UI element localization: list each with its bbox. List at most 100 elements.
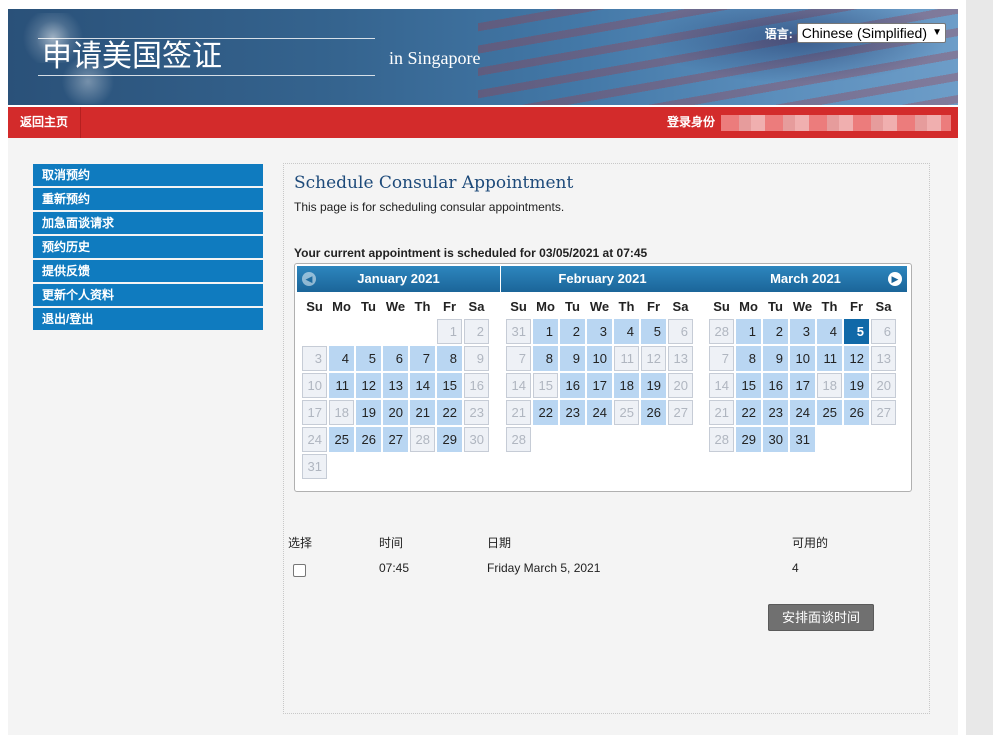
weekday-label: Fr <box>443 299 456 314</box>
calendar-day: 21 <box>506 400 531 425</box>
calendar-day-grid: 28 1 2 3 4 5 6 7 8 9 10 11 12 13 14 15 16 17 18 19 20 21 22 23 2… <box>704 318 907 453</box>
calendar-day[interactable]: 21 <box>410 400 435 425</box>
calendar-day[interactable]: 5 <box>641 319 666 344</box>
calendar-day[interactable]: 10 <box>587 346 612 371</box>
calendar-day: 28 <box>410 427 435 452</box>
calendar-day[interactable]: 19 <box>844 373 869 398</box>
calendar-day[interactable]: 16 <box>560 373 585 398</box>
calendar-day[interactable]: 2 <box>763 319 788 344</box>
calendar-day[interactable]: 17 <box>587 373 612 398</box>
calendar-day-outside: 31 <box>506 319 531 344</box>
calendar-day[interactable]: 22 <box>736 400 761 425</box>
calendar-day: 25 <box>614 400 639 425</box>
calendar-day[interactable]: 11 <box>329 373 354 398</box>
calendar-day: 28 <box>709 427 734 452</box>
calendar-day[interactable]: 11 <box>817 346 842 371</box>
calendar-day[interactable]: 17 <box>790 373 815 398</box>
calendar-month-header: February 2021 <box>501 266 704 292</box>
calendar-day[interactable]: 18 <box>614 373 639 398</box>
calendar-day[interactable]: 12 <box>356 373 381 398</box>
calendar-day[interactable]: 9 <box>560 346 585 371</box>
calendar-day[interactable]: 16 <box>763 373 788 398</box>
calendar-day: 17 <box>302 400 327 425</box>
calendar-month-header: March 2021 ▶ <box>704 266 907 292</box>
calendar-day[interactable]: 4 <box>614 319 639 344</box>
sidebar-item-cancel[interactable]: 取消预约 <box>33 164 263 186</box>
language-select[interactable]: Chinese (Simplified) ▼ <box>796 23 946 43</box>
calendar-day[interactable]: 5 <box>356 346 381 371</box>
calendar-day[interactable]: 2 <box>560 319 585 344</box>
calendar-day[interactable]: 24 <box>790 400 815 425</box>
calendar-day[interactable]: 3 <box>790 319 815 344</box>
calendar-day[interactable]: 29 <box>437 427 462 452</box>
calendar-day: 10 <box>302 373 327 398</box>
calendar-month: January 2021 ◀ Su Mo Tu We Th Fr Sa 1 2 3 4 5 6 7 8 9 10 11… <box>297 266 500 480</box>
sidebar-item-update-profile[interactable]: 更新个人资料 <box>33 284 263 306</box>
calendar-day[interactable]: 8 <box>533 346 558 371</box>
calendar-day-selected[interactable]: 5 <box>844 319 869 344</box>
weekday-label: Su <box>713 299 730 314</box>
calendar-day: 11 <box>614 346 639 371</box>
chevron-left-icon[interactable]: ◀ <box>302 272 316 286</box>
calendar-day[interactable]: 23 <box>560 400 585 425</box>
sidebar-item-logout[interactable]: 退出/登出 <box>33 308 263 330</box>
calendar-day[interactable]: 26 <box>356 427 381 452</box>
calendar-day[interactable]: 13 <box>383 373 408 398</box>
calendar-day[interactable]: 26 <box>641 400 666 425</box>
sidebar-item-history[interactable]: 预约历史 <box>33 236 263 258</box>
calendar-day[interactable]: 30 <box>763 427 788 452</box>
calendar-day[interactable]: 2 <box>464 319 489 344</box>
calendar-empty-cell <box>329 319 354 344</box>
calendar-day[interactable]: 22 <box>533 400 558 425</box>
calendar-day[interactable]: 1 <box>736 319 761 344</box>
calendar-day[interactable]: 4 <box>817 319 842 344</box>
calendar-day: 18 <box>329 400 354 425</box>
calendar-day[interactable]: 22 <box>437 400 462 425</box>
login-identity-label: 登录身份 <box>667 115 716 129</box>
calendar-day[interactable]: 3 <box>587 319 612 344</box>
calendar-day[interactable]: 7 <box>410 346 435 371</box>
sidebar-item-expedite[interactable]: 加急面谈请求 <box>33 212 263 234</box>
calendar-day: 13 <box>668 346 693 371</box>
calendar-day[interactable]: 6 <box>383 346 408 371</box>
calendar-day[interactable]: 29 <box>736 427 761 452</box>
flag-stars-decoration <box>648 9 948 84</box>
calendar-day[interactable]: 15 <box>736 373 761 398</box>
calendar-day: 21 <box>709 400 734 425</box>
sidebar-item-reschedule[interactable]: 重新预约 <box>33 188 263 210</box>
calendar-day[interactable]: 10 <box>790 346 815 371</box>
language-value: Chinese (Simplified) <box>801 25 927 41</box>
calendar-day[interactable]: 8 <box>437 346 462 371</box>
calendar-empty-cell <box>302 319 327 344</box>
calendar-day[interactable]: 14 <box>410 373 435 398</box>
calendar-day[interactable]: 1 <box>437 319 462 344</box>
site-title: 申请美国签证 <box>42 39 222 74</box>
calendar-day[interactable]: 19 <box>641 373 666 398</box>
calendar-day-grid: 31 1 2 3 4 5 6 7 8 9 10 11 12 13 14 15 16 17 18 19 20 21 22 23 2… <box>501 318 704 453</box>
chevron-right-icon[interactable]: ▶ <box>888 272 902 286</box>
calendar-day[interactable]: 4 <box>329 346 354 371</box>
calendar-day[interactable]: 25 <box>329 427 354 452</box>
sidebar-item-feedback[interactable]: 提供反馈 <box>33 260 263 282</box>
calendar-day[interactable]: 8 <box>736 346 761 371</box>
calendar-day[interactable]: 26 <box>844 400 869 425</box>
calendar-day[interactable]: 15 <box>437 373 462 398</box>
calendar-day[interactable]: 19 <box>356 400 381 425</box>
col-header-select: 选择 <box>288 536 313 550</box>
home-link[interactable]: 返回主页 <box>8 107 82 138</box>
calendar-month-title: March 2021 <box>770 271 841 286</box>
weekday-label: Th <box>821 299 838 314</box>
calendar-day[interactable]: 25 <box>817 400 842 425</box>
slot-checkbox[interactable] <box>293 564 306 577</box>
calendar-day[interactable]: 24 <box>587 400 612 425</box>
calendar-day[interactable]: 12 <box>844 346 869 371</box>
calendar-day[interactable]: 20 <box>383 400 408 425</box>
calendar-day[interactable]: 23 <box>763 400 788 425</box>
calendar-day[interactable]: 9 <box>763 346 788 371</box>
calendar-day[interactable]: 27 <box>383 427 408 452</box>
page-title: Schedule Consular Appointment <box>294 173 574 193</box>
scrollbar-track[interactable] <box>966 0 993 735</box>
calendar-day[interactable]: 31 <box>790 427 815 452</box>
calendar-day[interactable]: 1 <box>533 319 558 344</box>
schedule-appointment-button[interactable]: 安排面谈时间 <box>768 604 874 631</box>
